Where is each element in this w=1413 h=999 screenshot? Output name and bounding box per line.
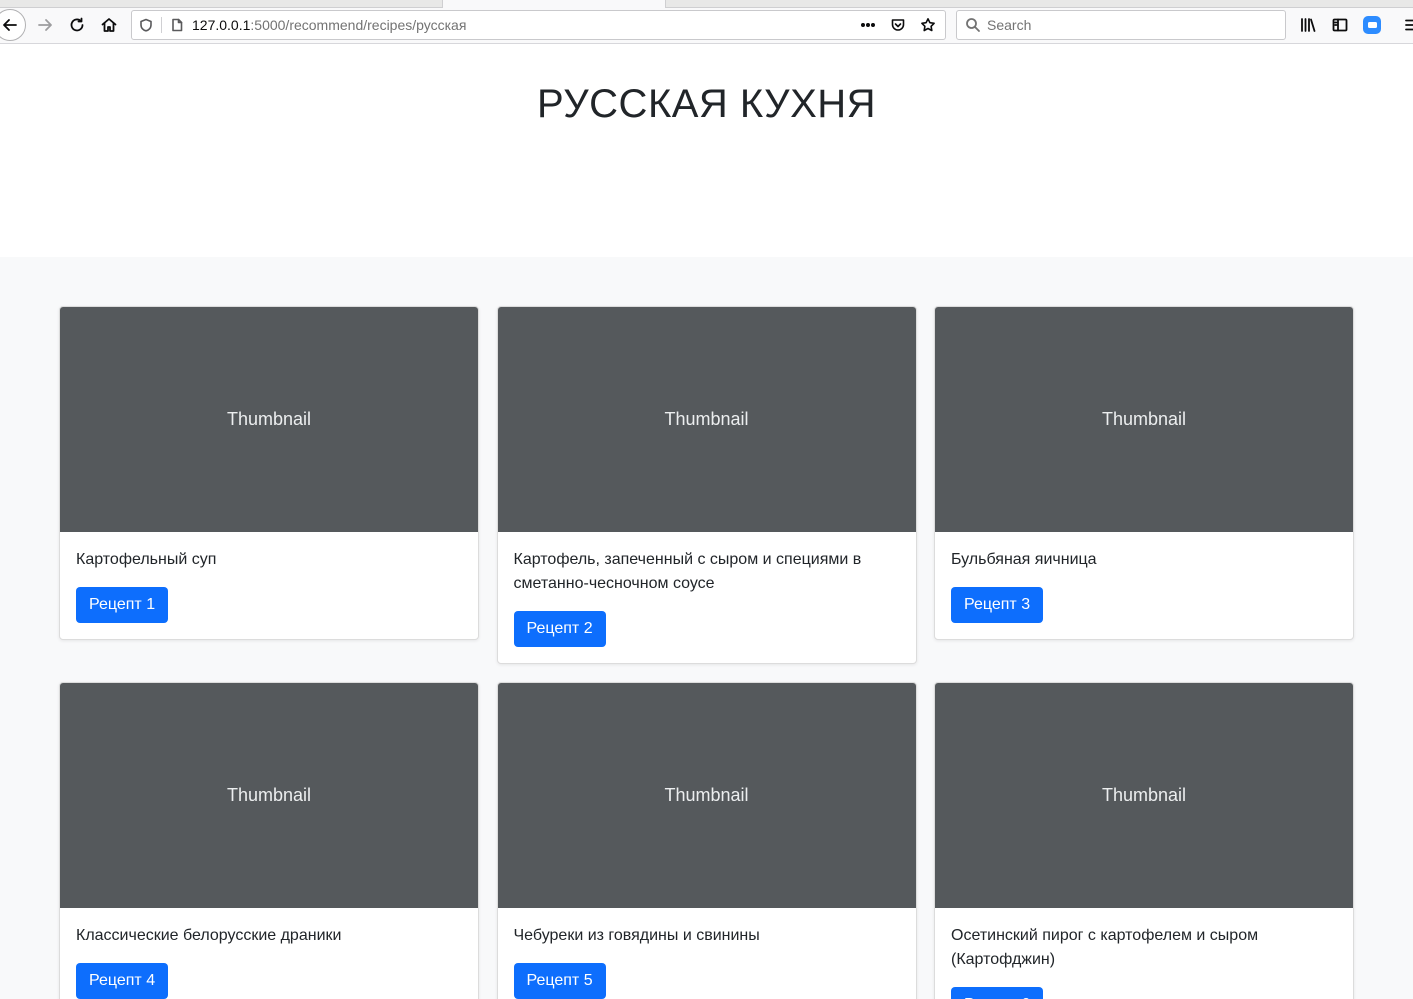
card-body: Картофель, запеченный с сыром и специями… (498, 532, 916, 663)
page-content: РУССКАЯ КУХНЯ Thumbnail Картофельный суп… (0, 44, 1413, 999)
recipe-button[interactable]: Рецепт 2 (513, 611, 606, 647)
reload-button[interactable] (62, 10, 92, 40)
thumbnail-label: Thumbnail (664, 409, 749, 429)
recipe-card: Thumbnail Бульбяная яичница Рецепт 3 (934, 306, 1354, 640)
browser-toolbar: 127.0.0.1:5000/recommend/recipes/русская (0, 8, 1413, 44)
recipe-thumbnail: Thumbnail (497, 307, 916, 532)
tab-strip (0, 0, 1413, 8)
recipe-title: Картофельный суп (76, 551, 217, 568)
url-text[interactable]: 127.0.0.1:5000/recommend/recipes/русская (192, 17, 466, 33)
recipe-card: Thumbnail Осетинский пирог с картофелем … (934, 682, 1354, 999)
url-host: 127.0.0.1 (192, 17, 251, 33)
card-body: Осетинский пирог с картофелем и сыром (К… (935, 908, 1353, 999)
recipe-thumbnail: Thumbnail (60, 683, 478, 908)
library-button[interactable] (1293, 10, 1323, 40)
shield-icon[interactable] (135, 11, 157, 39)
card-body: Картофельный суп Рецепт 1 (60, 532, 478, 639)
recipe-thumbnail: Thumbnail (935, 683, 1353, 908)
reload-icon (70, 17, 84, 32)
home-icon (101, 18, 117, 32)
bookmark-star-icon[interactable] (915, 11, 941, 39)
recipe-title: Бульбяная яичница (951, 551, 1097, 568)
sidebar-icon (1332, 18, 1348, 32)
recipe-thumbnail: Thumbnail (60, 307, 478, 532)
thumbnail-label: Thumbnail (226, 409, 312, 429)
menu-button[interactable] (1397, 10, 1413, 40)
sidebar-button[interactable] (1325, 10, 1355, 40)
recipe-button[interactable]: Рецепт 1 (76, 587, 169, 623)
recipe-card: Thumbnail Картофельный суп Рецепт 1 (59, 306, 479, 640)
forward-button[interactable] (30, 10, 60, 40)
back-icon (3, 19, 17, 31)
url-path: :5000/recommend/recipes/русская (250, 17, 467, 33)
recipe-title: Картофель, запеченный с сыром и специями… (513, 551, 862, 592)
card-body: Классические белорусские драники Рецепт … (60, 908, 478, 999)
page-icon[interactable] (166, 11, 188, 39)
card-body: Бульбяная яичница Рецепт 3 (935, 532, 1353, 639)
search-input[interactable] (987, 17, 1267, 33)
zoom-icon (1363, 16, 1381, 34)
recipe-button[interactable]: Рецепт 5 (513, 963, 606, 999)
recipe-grid: Thumbnail Картофельный суп Рецепт 1 Thum… (59, 306, 1354, 999)
forward-icon (38, 19, 52, 31)
pocket-icon[interactable] (885, 11, 911, 39)
recipe-button[interactable]: Рецепт 4 (76, 963, 169, 999)
search-bar[interactable] (956, 10, 1286, 40)
recipe-title: Чебуреки из говядины и свинины (513, 927, 760, 944)
recipe-title: Классические белорусские драники (76, 927, 342, 944)
thumbnail-label: Thumbnail (1101, 785, 1187, 805)
back-button[interactable] (0, 9, 26, 41)
recipe-card: Thumbnail Классические белорусские драни… (59, 682, 479, 999)
recipe-button[interactable]: Рецепт 6 (951, 987, 1044, 999)
thumbnail-label: Thumbnail (226, 785, 312, 805)
zoom-extension-button[interactable] (1357, 10, 1387, 40)
more-icon[interactable] (855, 11, 881, 39)
search-icon (966, 18, 980, 32)
recipe-thumbnail: Thumbnail (935, 307, 1353, 532)
active-tab[interactable] (442, 0, 666, 8)
url-separator (161, 17, 162, 33)
recipe-thumbnail: Thumbnail (497, 683, 916, 908)
card-body: Чебуреки из говядины и свинины Рецепт 5 (498, 908, 916, 999)
menu-icon (1405, 19, 1413, 31)
recipes-album: Thumbnail Картофельный суп Рецепт 1 Thum… (0, 257, 1413, 999)
recipe-card: Thumbnail Картофель, запеченный с сыром … (496, 306, 917, 664)
hero-section: РУССКАЯ КУХНЯ (0, 44, 1413, 257)
recipe-card: Thumbnail Чебуреки из говядины и свинины… (496, 682, 917, 999)
home-button[interactable] (94, 10, 124, 40)
thumbnail-label: Thumbnail (1101, 409, 1187, 429)
recipe-title: Осетинский пирог с картофелем и сыром (К… (951, 927, 1259, 968)
recipe-button[interactable]: Рецепт 3 (951, 587, 1044, 623)
library-icon (1301, 18, 1316, 32)
url-bar[interactable]: 127.0.0.1:5000/recommend/recipes/русская (131, 10, 946, 40)
thumbnail-label: Thumbnail (664, 785, 749, 805)
page-title: РУССКАЯ КУХНЯ (536, 82, 877, 126)
